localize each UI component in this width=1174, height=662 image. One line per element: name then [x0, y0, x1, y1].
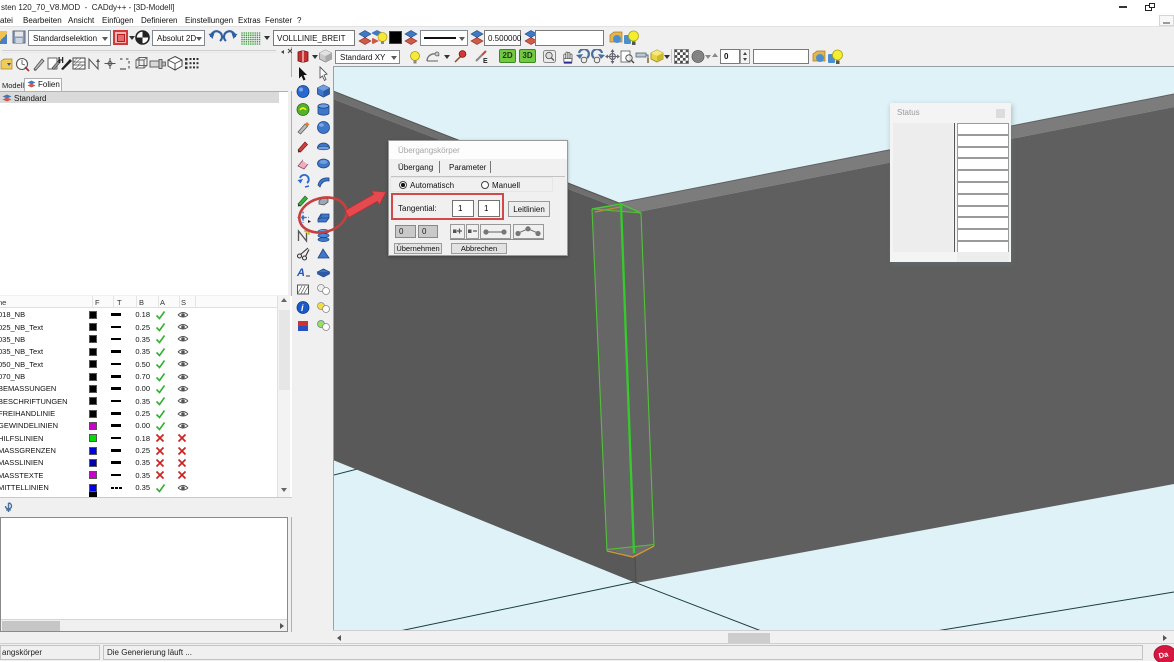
svg-text:E: E	[483, 58, 488, 65]
svg-text:A: A	[296, 267, 305, 279]
svg-text:H: H	[58, 56, 64, 65]
